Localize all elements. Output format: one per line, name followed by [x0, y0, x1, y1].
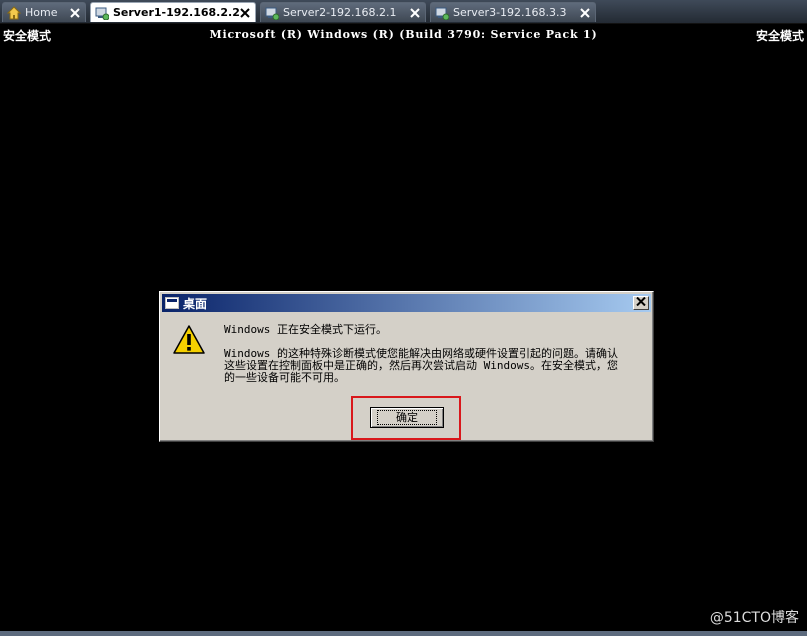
close-icon[interactable] — [239, 7, 251, 19]
safe-mode-dialog: 桌面 Windows 正在安全模式下运行。 Windows 的这种特殊诊断模式使… — [159, 291, 654, 442]
tab-server2[interactable]: Server2-192.168.2.1 — [260, 2, 426, 22]
warning-icon — [173, 325, 205, 354]
tab-label: Home — [25, 5, 58, 19]
bottom-bar — [0, 631, 807, 636]
home-icon — [7, 5, 21, 20]
dialog-titlebar[interactable]: 桌面 — [162, 294, 651, 312]
tab-server3[interactable]: Server3-192.168.3.3 — [430, 2, 596, 22]
tab-label: Server3-192.168.3.3 — [453, 5, 567, 19]
safe-mode-label-right: 安全模式 — [755, 29, 804, 43]
tab-home[interactable]: Home — [2, 2, 86, 22]
close-icon[interactable] — [579, 7, 591, 19]
close-icon — [636, 296, 646, 307]
vm-icon — [265, 6, 279, 20]
vm-icon — [95, 6, 109, 20]
tab-server1[interactable]: Server1-192.168.2.2 — [90, 2, 256, 22]
window-icon — [165, 297, 179, 309]
close-icon[interactable] — [69, 7, 81, 19]
watermark: @51CTO博客 — [709, 610, 799, 626]
vm-icon — [435, 6, 449, 20]
dialog-message-body: Windows 的这种特殊诊断模式使您能解决由网络或硬件设置引起的问题。请确认 … — [224, 347, 618, 384]
close-icon[interactable] — [409, 7, 421, 19]
tab-strip: Home Server1-192.168.2.2 Server2-192.168… — [0, 0, 807, 24]
dialog-message-line1: Windows 正在安全模式下运行。 — [224, 323, 387, 336]
ok-button-label: 确定 — [377, 410, 437, 425]
tab-label: Server1-192.168.2.2 — [113, 5, 239, 19]
ok-button[interactable]: 确定 — [370, 407, 444, 428]
dialog-close-button[interactable] — [633, 296, 649, 310]
dialog-title: 桌面 — [183, 296, 208, 311]
console-title: Microsoft (R) Windows (R) (Build 3790: S… — [209, 28, 598, 41]
tab-label: Server2-192.168.2.1 — [283, 5, 397, 19]
